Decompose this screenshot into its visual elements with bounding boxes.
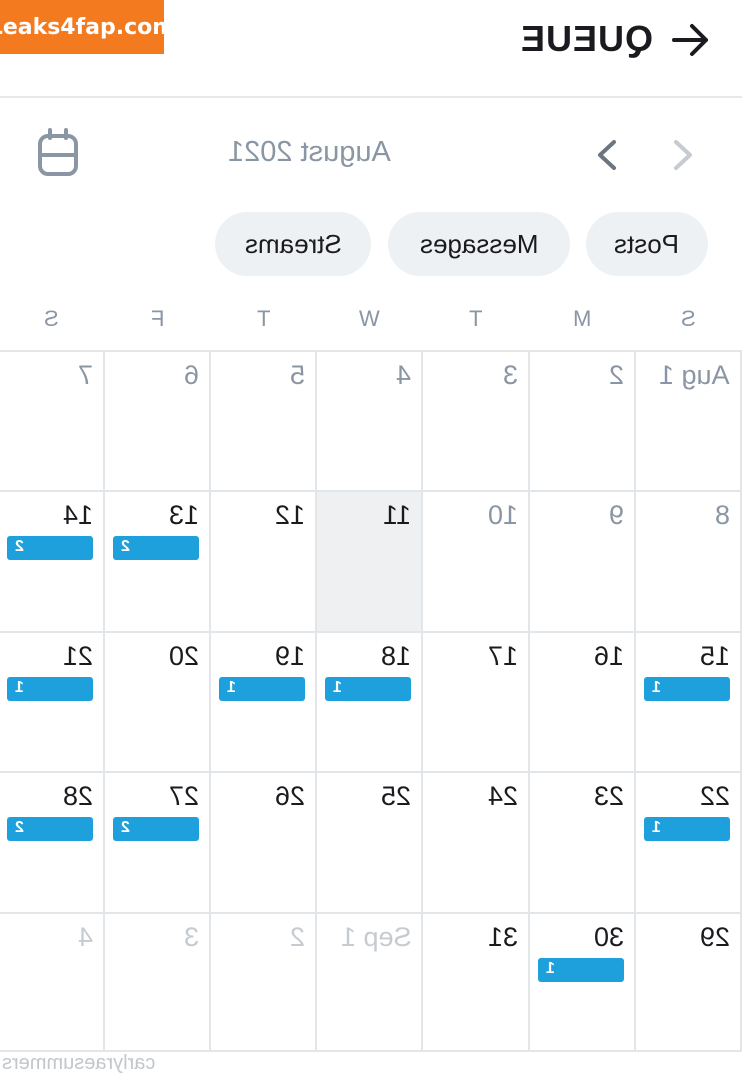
weekday-label: F <box>150 306 165 331</box>
day-cell[interactable]: 14 2 <box>0 490 105 631</box>
day-number: 4 <box>396 360 412 390</box>
day-number: 25 <box>381 781 412 812</box>
post-count-badge[interactable]: 1 <box>537 957 624 982</box>
credit-text: carlyraesummers <box>2 1052 156 1074</box>
day-cell[interactable]: 19 1 <box>211 630 318 772</box>
day-number: 2 <box>290 921 306 952</box>
arrow-right-icon[interactable] <box>668 18 712 62</box>
post-count-badge[interactable]: 2 <box>112 536 199 561</box>
day-cell[interactable]: 2 <box>211 911 318 1052</box>
day-cell[interactable]: 9 <box>529 490 636 631</box>
weekday-label: M <box>572 306 592 331</box>
day-number: 31 <box>487 921 518 952</box>
day-number: 23 <box>593 781 624 812</box>
day-cell[interactable]: 24 <box>423 771 530 912</box>
weekday-label: W <box>359 306 381 331</box>
day-cell[interactable]: 27 2 <box>104 771 211 912</box>
day-number: 24 <box>487 781 518 812</box>
day-number: 11 <box>383 500 412 531</box>
day-number: 15 <box>699 640 730 671</box>
filter-posts[interactable]: Posts <box>586 212 708 276</box>
day-number: 2 <box>608 360 624 390</box>
day-cell[interactable]: 16 <box>529 630 636 772</box>
post-count-badge[interactable]: 1 <box>325 676 412 701</box>
post-count-badge[interactable]: 1 <box>6 676 93 701</box>
day-cell[interactable]: 2 <box>529 350 636 491</box>
filter-messages[interactable]: Messages <box>388 212 570 276</box>
day-number: 5 <box>290 360 306 390</box>
day-cell[interactable]: 18 1 <box>317 630 424 772</box>
day-number: 6 <box>183 360 199 390</box>
page-title: QUEUE <box>520 18 654 59</box>
chevron-left-icon[interactable] <box>592 138 622 172</box>
day-number: 20 <box>168 640 199 671</box>
day-number: 12 <box>275 500 306 531</box>
post-count-badge[interactable]: 2 <box>6 536 93 561</box>
app-header: QUEUE <box>0 0 742 98</box>
day-cell[interactable]: Aug 1 <box>635 350 742 491</box>
day-number: 21 <box>62 640 93 671</box>
day-cell[interactable]: 22 1 <box>635 771 742 912</box>
day-cell[interactable]: 4 <box>0 911 105 1052</box>
day-cell[interactable]: 23 <box>529 771 636 912</box>
filter-streams[interactable]: Streams <box>215 212 371 276</box>
post-count-badge[interactable]: 1 <box>643 817 730 842</box>
day-number: 26 <box>275 781 306 812</box>
day-cell[interactable]: 3 <box>104 911 211 1052</box>
day-number: 8 <box>714 500 730 531</box>
day-number: 10 <box>487 500 518 531</box>
day-cell[interactable]: 13 2 <box>104 490 211 631</box>
post-count-badge[interactable]: 2 <box>112 817 199 842</box>
day-cell[interactable]: 29 <box>635 911 742 1052</box>
calendar-grid: Aug 1 2 3 4 5 6 7 8 9 10 11 12 13 2 14 2 15 1 16 17 18 1 19 1 20… <box>0 350 742 1052</box>
day-number: 30 <box>593 921 624 952</box>
day-cell[interactable]: 17 <box>423 630 530 772</box>
weekday-label: S <box>43 306 59 331</box>
day-number: 13 <box>168 500 199 531</box>
day-number: 18 <box>381 640 412 671</box>
day-cell[interactable]: 3 <box>423 350 530 491</box>
day-cell[interactable]: 25 <box>317 771 424 912</box>
day-cell[interactable]: Sep 1 <box>317 911 424 1052</box>
day-number: 19 <box>275 640 306 671</box>
day-cell[interactable]: 15 1 <box>635 630 742 772</box>
day-cell[interactable]: 26 <box>211 771 318 912</box>
day-cell[interactable]: 7 <box>0 350 105 491</box>
day-number: 9 <box>608 500 624 531</box>
weekday-label: T <box>256 306 271 331</box>
day-number: 3 <box>183 921 199 952</box>
day-number: 29 <box>699 921 730 952</box>
weekday-label: S <box>680 306 696 331</box>
calendar-icon[interactable] <box>36 128 80 178</box>
day-number: 22 <box>699 781 730 812</box>
post-count-badge[interactable]: 1 <box>219 676 305 701</box>
day-number: 14 <box>62 500 93 531</box>
chevron-right-icon[interactable] <box>668 138 698 172</box>
day-cell[interactable]: 28 2 <box>0 771 105 912</box>
day-cell[interactable]: 11 <box>317 490 424 631</box>
day-number: Aug 1 <box>659 360 730 390</box>
day-number: 3 <box>502 360 518 390</box>
day-cell[interactable]: 5 <box>211 350 318 491</box>
month-label: August 2021 <box>228 136 391 168</box>
day-cell[interactable]: 21 1 <box>0 630 105 772</box>
day-number: 7 <box>77 360 93 390</box>
post-count-badge[interactable]: 2 <box>6 817 93 842</box>
day-cell[interactable]: 4 <box>317 350 424 491</box>
day-cell[interactable]: 10 <box>423 490 530 631</box>
day-number: 16 <box>593 640 624 671</box>
day-number: 28 <box>62 781 93 812</box>
day-cell[interactable]: 8 <box>635 490 742 631</box>
day-cell[interactable]: 31 <box>423 911 530 1052</box>
day-cell[interactable]: 20 <box>104 630 211 772</box>
day-cell[interactable]: 30 1 <box>529 911 636 1052</box>
day-number: 17 <box>487 640 518 671</box>
post-count-badge[interactable]: 1 <box>643 676 730 701</box>
day-cell[interactable]: 6 <box>104 350 211 491</box>
day-number: 4 <box>77 921 93 952</box>
day-cell[interactable]: 12 <box>211 490 318 631</box>
day-number: 27 <box>168 781 199 812</box>
day-number: Sep 1 <box>340 921 412 952</box>
weekday-label: T <box>469 306 483 331</box>
